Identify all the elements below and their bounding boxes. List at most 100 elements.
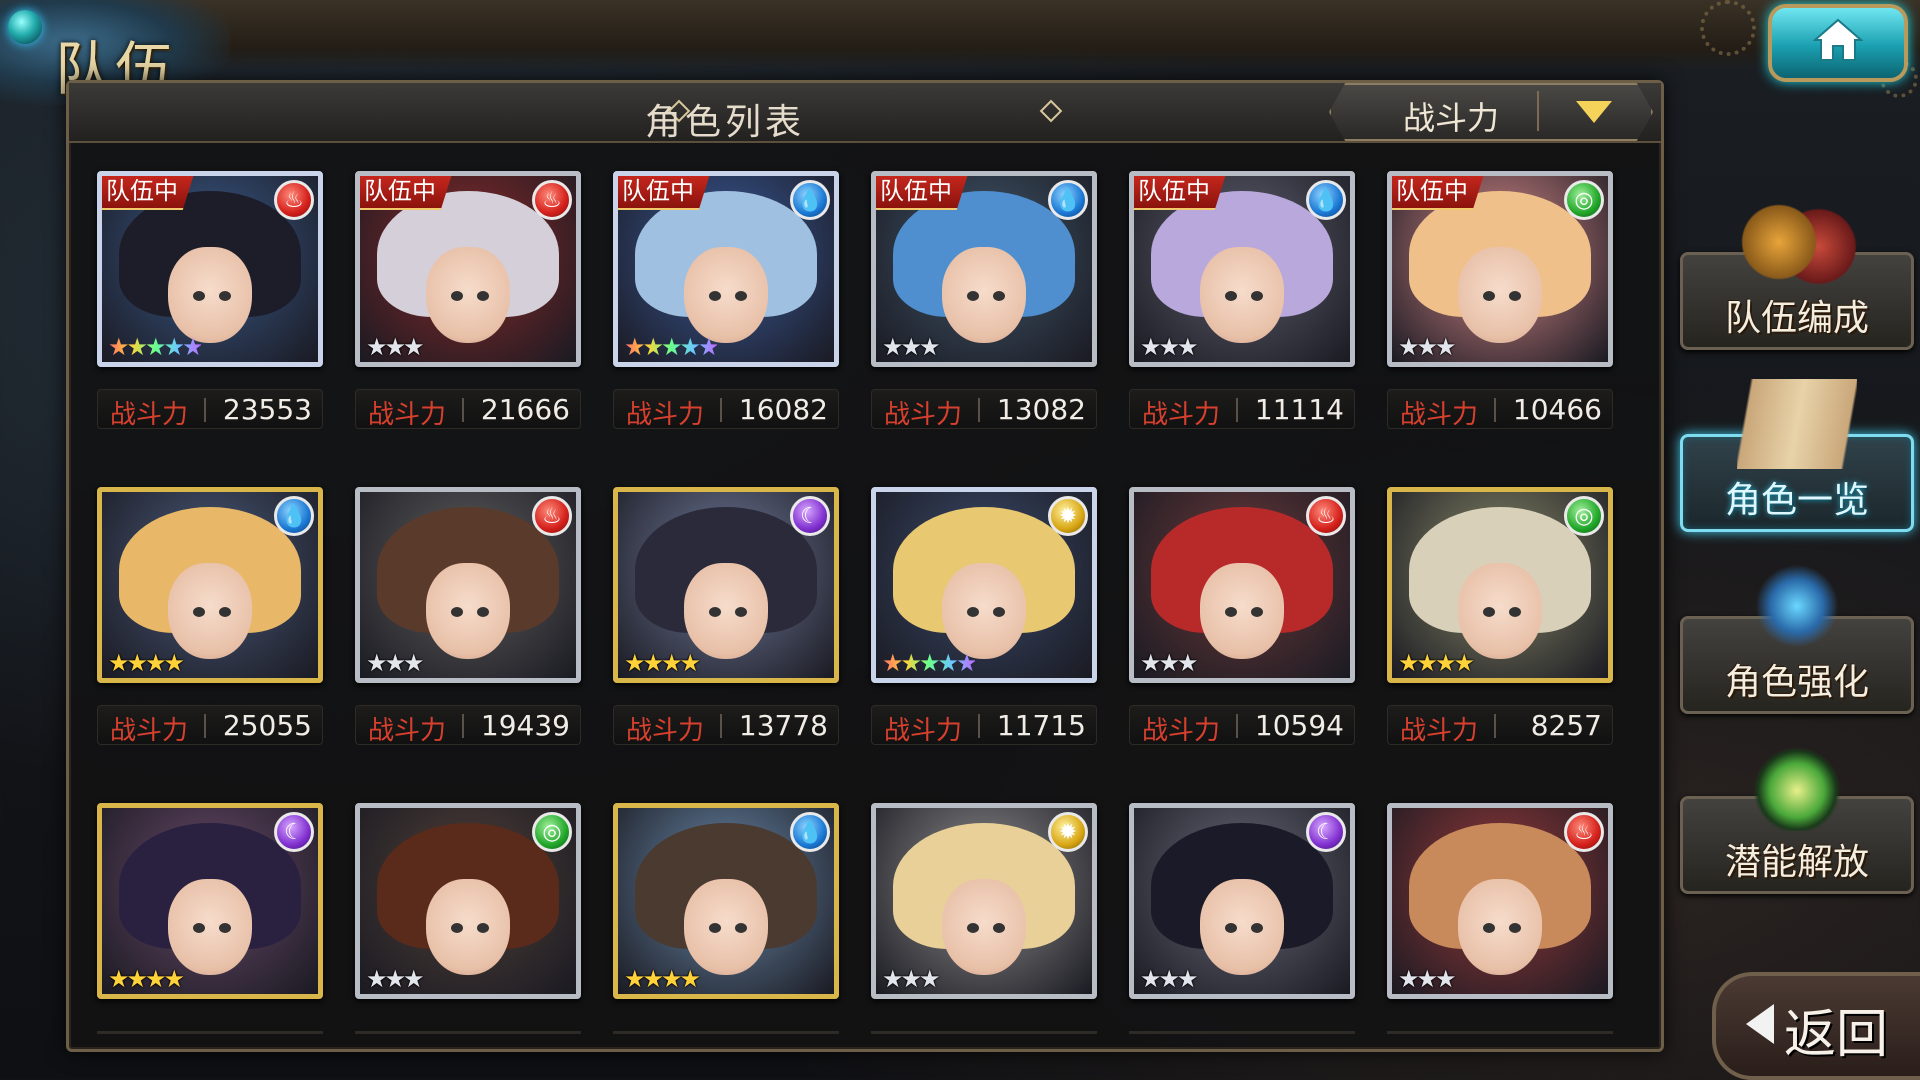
- list-title: 角色列表: [644, 102, 805, 143]
- power-value: 10594: [1254, 709, 1344, 742]
- portrait-face: [942, 246, 1026, 343]
- rarity-stars: ★★★★: [1398, 649, 1475, 677]
- dark-element-icon: ☾: [274, 812, 314, 852]
- portrait-eye: [476, 607, 489, 618]
- power-bar: 战斗力 10594: [1129, 705, 1355, 746]
- side-menu-label: 潜能解放: [1724, 842, 1869, 883]
- divider: [204, 398, 206, 422]
- portrait-eye: [1508, 923, 1521, 934]
- rarity-stars: ★★★★: [624, 649, 701, 677]
- power-value: 19439: [480, 709, 570, 742]
- portrait-eye: [992, 607, 1005, 618]
- portrait-eye: [1508, 607, 1521, 618]
- portrait-face: [1200, 878, 1284, 975]
- side-menu-button[interactable]: 角色强化: [1680, 561, 1914, 714]
- character-card[interactable]: ♨ ★★★: [355, 487, 581, 683]
- triangle-down-icon[interactable]: [1576, 101, 1612, 123]
- side-menu-button[interactable]: 角色一览: [1680, 379, 1914, 532]
- power-label: 战斗力: [110, 400, 189, 430]
- power-label: 战斗力: [1142, 400, 1221, 430]
- power-value: 8257: [1530, 709, 1602, 742]
- rarity-stars: ★★★: [1398, 333, 1457, 361]
- divider: [204, 714, 206, 738]
- power-bar: 战斗力 13082: [871, 389, 1097, 430]
- rarity-stars: ★★★: [1398, 965, 1457, 993]
- rarity-stars: ★★★: [366, 649, 425, 677]
- back-label: 返回: [1784, 1005, 1889, 1065]
- in-team-badge: 队伍中: [1392, 176, 1484, 210]
- water-element-icon: 💧: [1306, 180, 1346, 220]
- portrait-eye: [1508, 291, 1521, 302]
- potential-orb-icon: [1737, 741, 1857, 831]
- portrait-face: [684, 246, 768, 343]
- power-label: 战斗力: [1400, 400, 1479, 430]
- power-label: 战斗力: [110, 716, 189, 746]
- sort-dropdown[interactable]: 战斗力: [1329, 83, 1653, 141]
- character-card[interactable]: 队伍中 💧 ★★★: [1129, 171, 1355, 367]
- side-menu-button[interactable]: 潜能解放: [1680, 741, 1914, 894]
- divider: [462, 714, 464, 738]
- character-card[interactable]: 💧 ★★★★: [613, 803, 839, 999]
- divider: [1494, 398, 1496, 422]
- character-card[interactable]: ◎ ★★★: [355, 803, 581, 999]
- back-arrow-icon: [1746, 1004, 1774, 1044]
- top-frame: [0, 0, 1920, 70]
- portrait-eye: [1250, 607, 1263, 618]
- home-icon: [1813, 18, 1863, 61]
- character-card[interactable]: 队伍中 💧 ★★★: [871, 171, 1097, 367]
- divider: [720, 714, 722, 738]
- divider: [978, 714, 980, 738]
- home-button[interactable]: [1768, 4, 1908, 82]
- character-card[interactable]: ☾ ★★★: [1129, 803, 1355, 999]
- in-team-badge: 队伍中: [360, 176, 452, 210]
- portrait-eye: [1250, 923, 1263, 934]
- portrait-face: [426, 878, 510, 975]
- portrait-eye: [476, 923, 489, 934]
- character-card[interactable]: ☾ ★★★★: [613, 487, 839, 683]
- card-shelf: [613, 1031, 839, 1034]
- character-card[interactable]: 队伍中 ◎ ★★★: [1387, 171, 1613, 367]
- power-value: 13778: [738, 709, 828, 742]
- card-shelf: [1387, 1031, 1613, 1034]
- portrait-face: [1458, 246, 1542, 343]
- portrait-face: [684, 878, 768, 975]
- power-value: 23553: [222, 393, 312, 426]
- rarity-stars: ★★★: [1140, 333, 1199, 361]
- power-bar: 战斗力 11715: [871, 705, 1097, 746]
- divider: [1236, 714, 1238, 738]
- power-bar: 战斗力 10466: [1387, 389, 1613, 430]
- character-card[interactable]: 队伍中 💧 ★★★★★: [613, 171, 839, 367]
- wind-element-icon: ◎: [1564, 496, 1604, 536]
- portrait-face: [1458, 562, 1542, 659]
- rarity-stars: ★★★: [366, 333, 425, 361]
- character-card[interactable]: 队伍中 ♨ ★★★: [355, 171, 581, 367]
- rarity-stars: ★★★★★: [624, 333, 720, 361]
- gem-icon: [8, 10, 42, 44]
- power-label: 战斗力: [884, 400, 963, 430]
- character-card[interactable]: ☾ ★★★★: [97, 803, 323, 999]
- character-card[interactable]: ♨ ★★★: [1387, 803, 1613, 999]
- fire-element-icon: ♨: [1306, 496, 1346, 536]
- card-shelf: [97, 1031, 323, 1034]
- character-card[interactable]: 队伍中 ♨ ★★★★★: [97, 171, 323, 367]
- back-button[interactable]: 返回: [1712, 972, 1920, 1080]
- rarity-stars: ★★★★: [624, 965, 701, 993]
- portrait-face: [1200, 246, 1284, 343]
- character-card[interactable]: ♨ ★★★: [1129, 487, 1355, 683]
- character-card[interactable]: ◎ ★★★★: [1387, 487, 1613, 683]
- power-label: 战斗力: [368, 400, 447, 430]
- power-label: 战斗力: [368, 716, 447, 746]
- portrait-eye: [992, 291, 1005, 302]
- power-value: 10466: [1512, 393, 1602, 426]
- character-card[interactable]: ✹ ★★★★★: [871, 487, 1097, 683]
- gear-decoration-icon: [1700, 0, 1756, 56]
- card-shelf: [1129, 1031, 1355, 1034]
- portrait-face: [426, 246, 510, 343]
- power-value: 25055: [222, 709, 312, 742]
- power-bar: 战斗力 19439: [355, 705, 581, 746]
- character-card[interactable]: 💧 ★★★★: [97, 487, 323, 683]
- water-element-icon: 💧: [274, 496, 314, 536]
- character-card[interactable]: ✹ ★★★: [871, 803, 1097, 999]
- side-menu-button[interactable]: 队伍编成: [1680, 197, 1914, 350]
- portrait-eye: [734, 607, 747, 618]
